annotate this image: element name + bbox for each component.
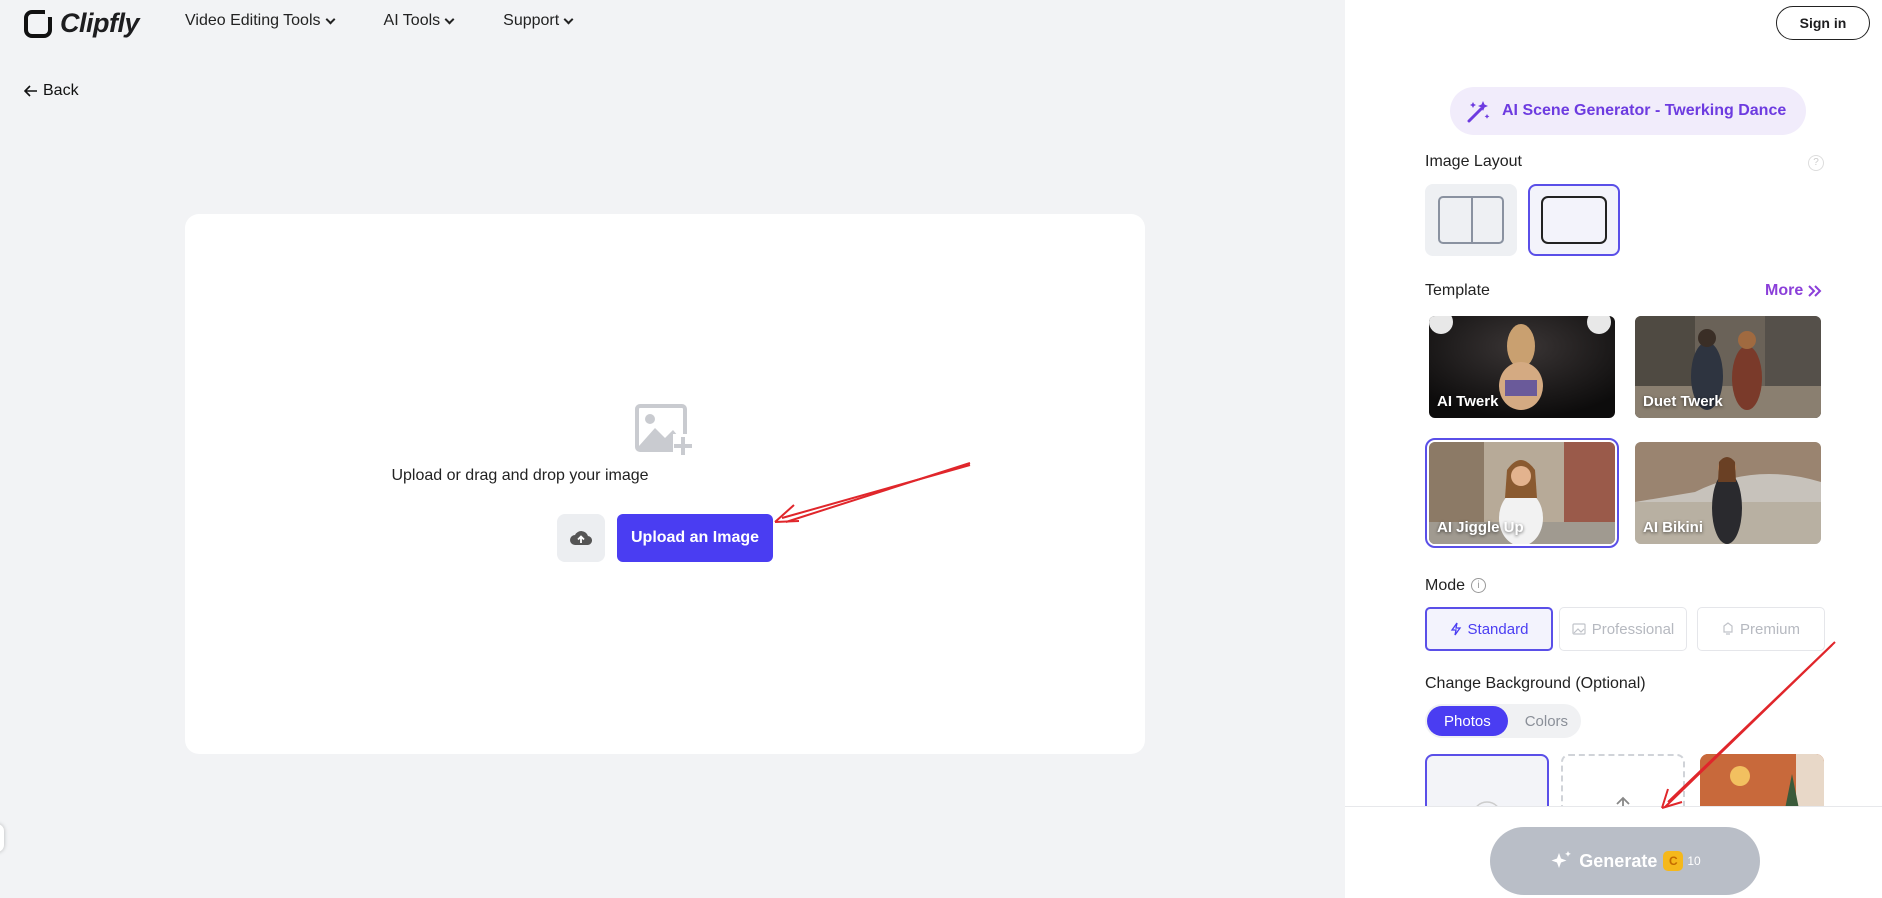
clipfly-logo-icon [24,6,55,38]
upload-dropzone[interactable]: Upload or drag and drop your image Uploa… [185,214,1145,754]
layout-option-single[interactable] [1528,184,1620,256]
brand-name: Clipfly [60,8,140,38]
nav-label: AI Tools [383,12,441,29]
template-label: Template [1425,282,1490,299]
double-chevron-right-icon [1808,285,1822,297]
settings-panel: Sign in AI Scene Generator - Twerking Da… [1345,0,1882,898]
more-templates-link[interactable]: More [1765,282,1823,300]
floating-scroll-handle[interactable] [0,824,4,852]
template-label: AI Jiggle Up [1437,519,1524,536]
background-upload-option[interactable] [1561,754,1685,814]
sparkle-icon [1551,851,1572,868]
chevron-down-icon [325,14,335,24]
mode-label: Professional [1591,620,1675,638]
background-thumbnail [1700,754,1824,814]
generate-label: Generate [1579,850,1658,871]
layout-option-split[interactable] [1425,184,1517,256]
nav-label: Video Editing Tools [185,12,321,29]
mode-professional[interactable]: Professional [1559,607,1687,651]
template-ai-jiggle-up[interactable]: AI Jiggle Up [1425,438,1619,548]
sign-in-button[interactable]: Sign in [1776,6,1870,40]
credit-cost: 10 [1687,854,1701,868]
mode-label: Standard [1467,620,1529,638]
chevron-down-icon [563,14,574,24]
scene-title: AI Scene Generator - Twerking Dance [1502,102,1787,119]
generate-button[interactable]: Generate C 10 [1490,827,1760,895]
mode-label: Premium [1739,620,1800,638]
magic-wand-icon [1467,101,1490,123]
cloud-upload-icon [570,531,592,546]
lightning-icon [1450,622,1461,636]
background-photo-option[interactable] [1700,754,1824,814]
back-label: Back [43,82,79,99]
main-nav: Video Editing Tools AI Tools Support [185,12,574,30]
upload-prompt: Upload or drag and drop your image [391,467,649,484]
background-none-option[interactable] [1425,754,1549,814]
info-icon[interactable]: i [1471,578,1486,593]
crown-icon [1723,622,1733,635]
help-icon[interactable]: ? [1808,155,1824,171]
template-duet-twerk[interactable]: Duet Twerk [1635,316,1821,418]
clipfly-logo[interactable]: Clipfly [24,6,140,39]
image-icon [1572,623,1586,635]
upload-image-button[interactable]: Upload an Image [617,514,773,562]
nav-video-editing-tools[interactable]: Video Editing Tools [185,12,335,30]
arrow-left-icon [24,85,37,97]
top-nav: Clipfly Video Editing Tools AI Tools Sup… [0,0,1345,46]
background-tabs: Photos Colors [1425,704,1581,738]
split-layout-icon [1438,196,1504,244]
cloud-upload-button[interactable] [557,514,605,562]
coin-icon: C [1663,851,1684,871]
back-link[interactable]: Back [24,82,79,100]
mode-premium[interactable]: Premium [1697,607,1825,651]
mode-label: Mode [1425,577,1466,594]
template-label: AI Bikini [1643,519,1704,536]
image-layout-label: Image Layout [1425,153,1522,170]
chevron-down-icon [444,14,455,24]
tab-photos[interactable]: Photos [1427,706,1508,736]
more-label: More [1765,282,1804,299]
nav-label: Support [503,12,560,29]
generate-bar: Generate C 10 [1345,806,1882,898]
change-background-label: Change Background (Optional) [1425,675,1646,692]
nav-ai-tools[interactable]: AI Tools [383,12,455,30]
template-label: Duet Twerk [1643,393,1723,410]
template-ai-twerk[interactable]: AI Twerk [1429,316,1615,418]
nav-support[interactable]: Support [503,12,574,30]
mode-standard[interactable]: Standard [1425,607,1553,651]
template-label: AI Twerk [1437,393,1499,410]
tab-colors[interactable]: Colors [1508,706,1585,736]
scene-title-badge: AI Scene Generator - Twerking Dance [1450,87,1807,135]
add-image-icon [635,404,693,456]
template-ai-bikini[interactable]: AI Bikini [1635,442,1821,544]
single-layout-icon [1541,196,1607,244]
